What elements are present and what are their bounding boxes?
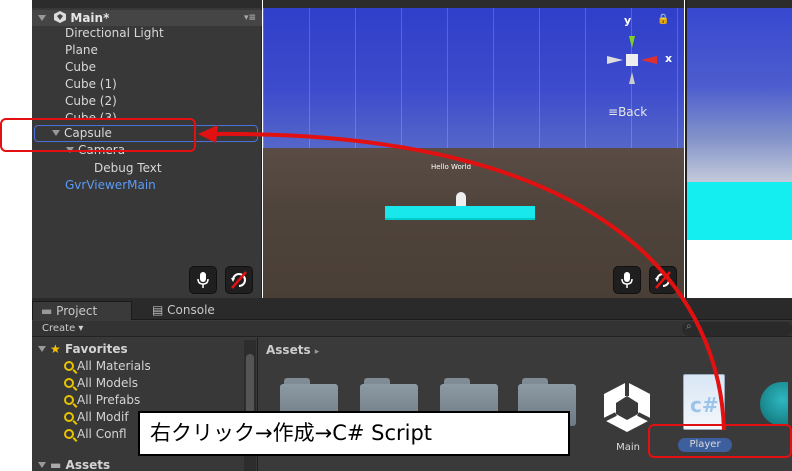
annotation-arrow xyxy=(198,125,726,431)
instruction-caption: 右クリック→作成→C# Script xyxy=(138,411,570,456)
